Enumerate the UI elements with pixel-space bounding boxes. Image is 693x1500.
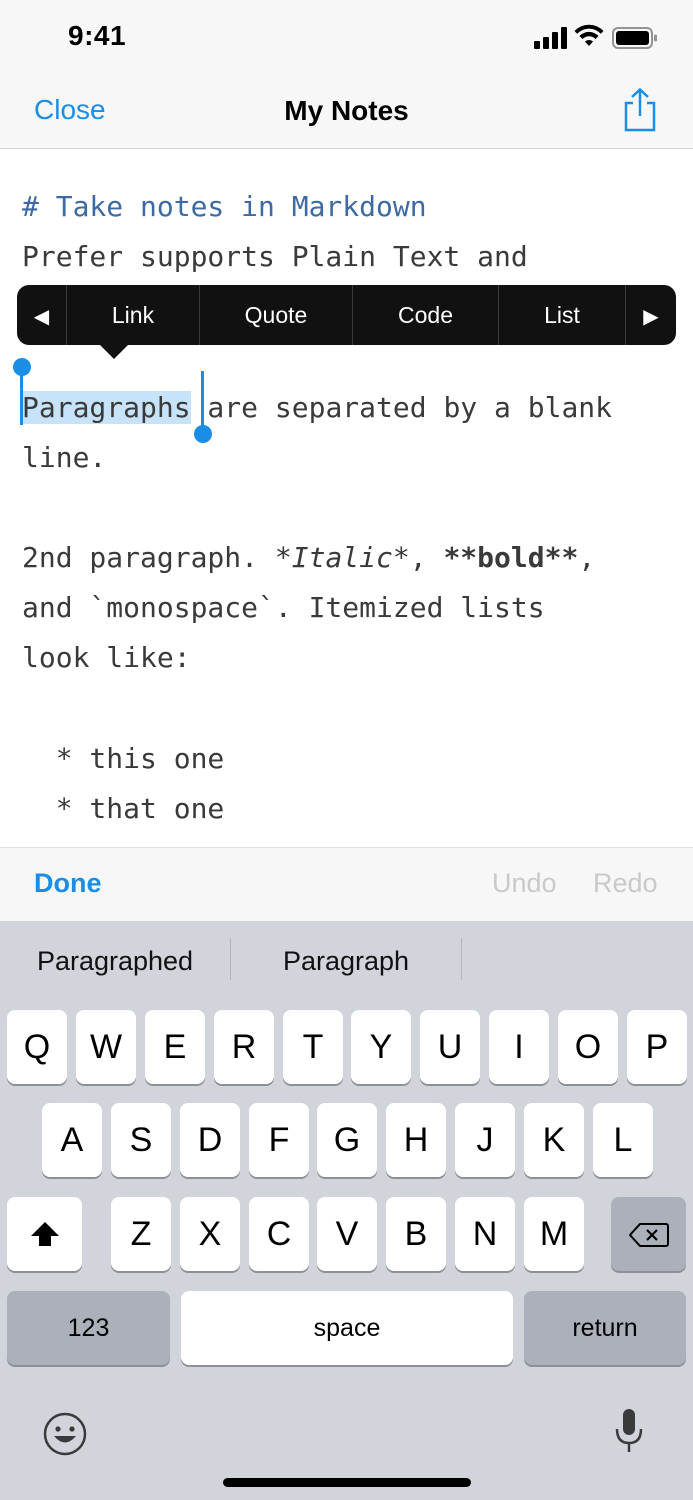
key-a[interactable]: A [42,1103,102,1177]
menu-next-button[interactable]: ▶ [626,285,676,345]
navigation-bar: My Notes Close [0,76,693,149]
key-y[interactable]: Y [351,1010,411,1084]
key-x[interactable]: X [180,1197,240,1271]
menu-item-code[interactable]: Code [353,285,499,345]
microphone-icon[interactable] [614,1407,644,1457]
key-f[interactable]: F [249,1103,309,1177]
backspace-key[interactable] [611,1197,686,1271]
text-segment: , [409,541,444,574]
done-button[interactable]: Done [34,868,102,899]
battery-icon [612,27,657,49]
text-segment: 2nd paragraph. [22,541,275,574]
close-button[interactable]: Close [34,94,106,126]
edit-context-menu: ◀ Link Quote Code List ▶ [17,285,676,345]
menu-item-link[interactable]: Link [67,285,200,345]
key-p[interactable]: P [627,1010,687,1084]
key-w[interactable]: W [76,1010,136,1084]
text-line: look like: [22,641,191,674]
selection-start-handle[interactable] [20,371,23,425]
undo-button[interactable]: Undo [492,868,557,899]
key-u[interactable]: U [420,1010,480,1084]
note-text-editor[interactable]: # Take notes in Markdown Prefer supports… [0,149,693,846]
menu-pointer-arrow [100,345,128,359]
selected-text: Paragraphs [22,391,191,424]
return-key[interactable]: return [524,1291,686,1365]
key-r[interactable]: R [214,1010,274,1084]
suggestion-item[interactable]: Paragraph [231,941,461,981]
key-g[interactable]: G [317,1103,377,1177]
text-line: Paragraphs are separated by a blank [22,383,612,433]
emoji-icon[interactable] [42,1411,88,1457]
key-h[interactable]: H [386,1103,446,1177]
keyboard-accessory-toolbar: Done Undo Redo [0,847,693,922]
suggestion-item[interactable]: Paragraphed [0,941,230,981]
key-k[interactable]: K [524,1103,584,1177]
key-n[interactable]: N [455,1197,515,1271]
menu-previous-button[interactable]: ◀ [17,285,67,345]
key-t[interactable]: T [283,1010,343,1084]
chevron-left-icon: ◀ [33,306,50,328]
key-c[interactable]: C [249,1197,309,1271]
share-icon[interactable] [620,88,660,132]
text-line: 2nd paragraph. *Italic*, **bold**, [22,533,595,583]
home-indicator [223,1478,471,1487]
key-j[interactable]: J [455,1103,515,1177]
markdown-heading-line: # Take notes in Markdown [22,190,427,223]
wifi-icon [574,24,604,46]
key-z[interactable]: Z [111,1197,171,1271]
status-bar: 9:41 [0,0,693,76]
list-item-line: * this one [22,742,225,775]
key-m[interactable]: M [524,1197,584,1271]
list-item-line: * that one [22,792,225,825]
numbers-key[interactable]: 123 [7,1291,170,1365]
key-d[interactable]: D [180,1103,240,1177]
selection-start-grabber[interactable] [13,358,31,376]
key-i[interactable]: I [489,1010,549,1084]
text-segment: are separated by a blank [190,391,613,424]
redo-button[interactable]: Redo [593,868,658,899]
bold-text: **bold** [443,541,579,574]
on-screen-keyboard: Paragraphed Paragraph Q W E R T Y U I O … [0,921,693,1500]
text-segment: , [578,541,596,574]
cellular-signal-icon [534,27,567,49]
selection-end-handle[interactable] [201,371,204,431]
key-b[interactable]: B [386,1197,446,1271]
shift-key[interactable] [7,1197,82,1271]
key-q[interactable]: Q [7,1010,67,1084]
text-line: Prefer supports Plain Text and [22,240,528,273]
suggestion-divider [461,938,462,980]
selection-end-grabber[interactable] [194,425,212,443]
key-o[interactable]: O [558,1010,618,1084]
key-e[interactable]: E [145,1010,205,1084]
shift-icon [31,1222,59,1246]
status-time: 9:41 [68,20,127,51]
text-line: and `monospace`. Itemized lists [22,591,545,624]
key-s[interactable]: S [111,1103,171,1177]
key-l[interactable]: L [593,1103,653,1177]
backspace-icon [629,1223,669,1247]
menu-item-quote[interactable]: Quote [200,285,353,345]
key-v[interactable]: V [317,1197,377,1271]
italic-text: *Italic* [274,541,410,574]
space-key[interactable]: space [181,1291,513,1365]
menu-item-list[interactable]: List [499,285,626,345]
chevron-right-icon: ▶ [643,306,659,328]
text-line: line. [22,441,107,474]
